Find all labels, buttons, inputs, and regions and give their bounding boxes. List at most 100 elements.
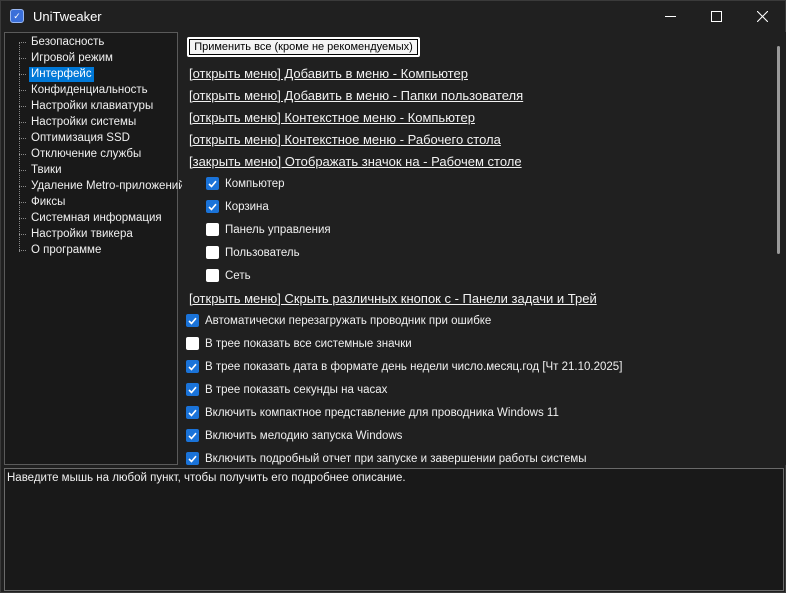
tweak-option-checkbox-row[interactable]: В трее показать все системные значки [186,337,412,350]
app-logo-icon: ✓ [10,9,24,23]
description-box: Наведите мышь на любой пункт, чтобы полу… [4,468,784,591]
menu-link-context-computer[interactable]: [открыть меню] Контекстное меню - Компью… [189,110,475,125]
menu-link-taskbar-buttons[interactable]: [открыть меню] Скрыть различных кнопок с… [189,291,597,306]
desktop-icon-option-label: Пользователь [225,246,300,259]
tweak-option-checkbox-row[interactable]: В трее показать дата в формате день неде… [186,360,622,373]
tweak-option-label: В трее показать дата в формате день неде… [205,360,623,373]
sidebar-item[interactable]: Настройки системы [19,114,138,130]
tweak-option-label: Включить мелодию запуска Windows [205,429,403,442]
window-title: UniTweaker [33,8,102,24]
checkbox-checked[interactable] [186,429,199,442]
sidebar-item-label: Удаление Metro-приложений [31,179,185,192]
desktop-icon-option-checkbox-row[interactable]: Панель управления [206,223,331,236]
tree-branch-line [19,153,26,155]
sidebar-item[interactable]: Интерфейс [19,66,94,82]
category-tree[interactable]: Безопасность Игровой режим Интерфейс Конфид… [4,32,185,465]
sidebar-item[interactable]: Конфиденциальность [19,82,150,98]
sidebar-item-label: Интерфейс [29,66,94,82]
menu-link-add-user-folders[interactable]: [открыть меню] Добавить в меню - Папки п… [189,88,523,103]
sidebar-item[interactable]: Системная информация [19,210,164,226]
tree-branch-line [19,73,26,75]
minimize-icon [664,15,676,17]
desktop-icon-option-checkbox-row[interactable]: Сеть [206,269,251,282]
desktop-icon-option-checkbox-row[interactable]: Пользователь [206,246,300,259]
maximize-button[interactable] [693,1,739,31]
tree-branch-line [19,121,26,123]
tree-branch-line [19,185,26,187]
apply-all-button[interactable]: Применить все (кроме не рекомендуемых) [187,37,420,57]
checkbox-checked[interactable] [186,452,199,465]
tweak-option-checkbox-row[interactable]: В трее показать секунды на часах [186,383,387,396]
checkbox-unchecked[interactable] [206,246,219,259]
desktop-icon-option-label: Панель управления [225,223,331,236]
sidebar-item[interactable]: Игровой режим [19,50,115,66]
tree-branch-line [19,233,26,235]
description-text: Наведите мышь на любой пункт, чтобы полу… [7,472,406,484]
sidebar-item-label: Настройки клавиатуры [31,99,154,112]
checkbox-checked[interactable] [206,177,219,190]
sidebar-item-label: Настройки системы [31,115,137,128]
desktop-icon-option-label: Корзина [225,200,269,213]
sidebar-item[interactable]: Фиксы [19,194,67,210]
tweak-option-checkbox-row[interactable]: Включить подробный отчет при запуске и з… [186,452,587,465]
minimize-button[interactable] [647,1,693,31]
close-button[interactable] [739,1,785,31]
tree-branch-line [19,89,26,91]
sidebar-item-label: Конфиденциальность [31,83,148,96]
checkmark-icon [188,386,197,394]
maximize-icon [710,10,722,22]
checkbox-unchecked[interactable] [186,337,199,350]
sidebar-item-label: Системная информация [31,211,162,224]
tree-branch-line [19,57,26,59]
tree-branch-line [19,169,26,171]
sidebar-item-label: Твики [31,163,62,176]
menu-link-context-desktop[interactable]: [открыть меню] Контекстное меню - Рабоче… [189,132,501,147]
app-window: ✓ UniTweaker Безопасность Игровой режим Ин… [0,0,786,593]
sidebar-item-label: Игровой режим [31,51,113,64]
sidebar-item-label: О программе [31,243,102,256]
checkmark-icon [208,203,217,211]
tree-branch-line [19,249,26,251]
tweak-option-label: Включить компактное представление для пр… [205,406,559,419]
sidebar-item[interactable]: Твики [19,162,64,178]
checkbox-checked[interactable] [206,200,219,213]
sidebar-item[interactable]: Оптимизация SSD [19,130,132,146]
checkmark-icon [188,409,197,417]
desktop-icon-option-label: Компьютер [225,177,285,190]
tree-branch-line [19,41,26,43]
sidebar-item[interactable]: Удаление Metro-приложений [19,178,187,194]
menu-link-add-computer[interactable]: [открыть меню] Добавить в меню - Компьют… [189,66,468,81]
options-panel[interactable]: Применить все (кроме не рекомендуемых) [… [182,32,786,465]
tree-branch-line [19,217,26,219]
scrollbar-thumb[interactable] [777,46,780,254]
checkbox-unchecked[interactable] [206,223,219,236]
sidebar-item[interactable]: Настройки твикера [19,226,135,242]
tweak-option-label: В трее показать все системные значки [205,337,412,350]
desktop-icon-option-checkbox-row[interactable]: Корзина [206,200,269,213]
checkbox-checked[interactable] [186,406,199,419]
checkbox-unchecked[interactable] [206,269,219,282]
desktop-icon-option-checkbox-row[interactable]: Компьютер [206,177,285,190]
checkmark-icon [188,363,197,371]
options-scrollbar[interactable] [774,32,786,465]
sidebar-item-label: Фиксы [31,195,66,208]
tweak-option-label: Включить подробный отчет при запуске и з… [205,452,587,465]
desktop-icon-option-label: Сеть [225,269,251,282]
checkbox-checked[interactable] [186,360,199,373]
tree-branch-line [19,201,26,203]
tweak-option-checkbox-row[interactable]: Включить компактное представление для пр… [186,406,559,419]
sidebar-item[interactable]: Отключение службы [19,146,143,162]
menu-link-desktop-icons[interactable]: [закрыть меню] Отображать значок на - Ра… [189,154,522,169]
sidebar-item[interactable]: Безопасность [19,34,106,50]
sidebar-item[interactable]: О программе [19,242,103,258]
tweak-option-label: В трее показать секунды на часах [205,383,388,396]
tweak-option-checkbox-row[interactable]: Включить мелодию запуска Windows [186,429,402,442]
title-bar[interactable]: ✓ UniTweaker [1,1,785,31]
checkbox-checked[interactable] [186,383,199,396]
sidebar-item[interactable]: Настройки клавиатуры [19,98,155,114]
checkbox-checked[interactable] [186,314,199,327]
checkmark-icon [188,317,197,325]
checkmark-icon [188,432,197,440]
tweak-option-checkbox-row[interactable]: Автоматически перезагружать проводник пр… [186,314,491,327]
sidebar-item-label: Оптимизация SSD [31,131,130,144]
